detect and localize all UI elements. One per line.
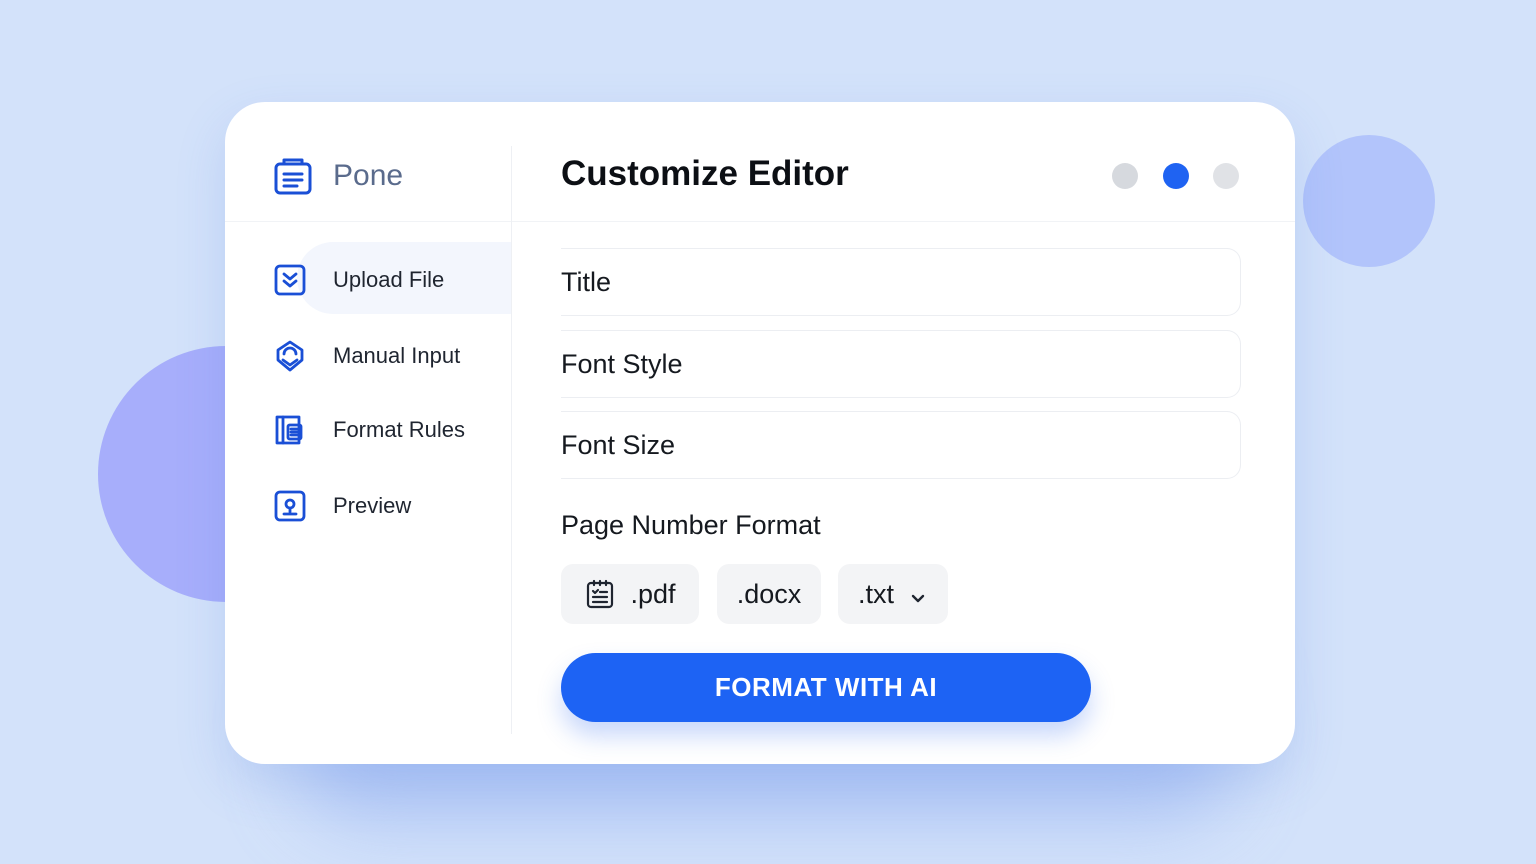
editor-card: Pone Upload File Manual Input Format Rul… (225, 102, 1295, 764)
sidebar: Pone Upload File Manual Input Format Rul… (225, 102, 511, 764)
format-with-ai-button[interactable]: FORMAT WITH AI (561, 653, 1091, 722)
sidebar-item-label: Format Rules (333, 417, 466, 442)
brand[interactable]: Pone (273, 154, 403, 198)
sidebar-item-label: Upload File (333, 267, 445, 292)
format-option-txt-dropdown[interactable]: .txt (838, 564, 948, 624)
title-field[interactable]: Title (561, 248, 1241, 316)
page-title: Customize Editor (561, 154, 849, 193)
format-option-label: .docx (736, 578, 802, 609)
document-list-icon (584, 578, 616, 610)
page-number-format-label: Page Number Format (561, 510, 821, 540)
step-indicator-1[interactable] (1112, 163, 1138, 189)
chevron-down-icon (908, 584, 928, 604)
rules-book-icon (273, 413, 307, 447)
format-option-docx[interactable]: .docx (717, 564, 821, 624)
format-option-label: .pdf (630, 578, 676, 609)
hand-edit-icon (273, 339, 307, 373)
sidebar-divider (511, 146, 512, 734)
upload-check-icon (273, 263, 307, 297)
font-size-field[interactable]: Font Size (561, 411, 1241, 479)
format-option-pdf[interactable]: .pdf (561, 564, 699, 624)
font-style-field-label: Font Style (561, 348, 683, 379)
title-field-label: Title (561, 266, 612, 297)
font-style-field[interactable]: Font Style (561, 330, 1241, 398)
sidebar-item-label: Preview (333, 493, 412, 518)
sidebar-item-preview[interactable]: Preview (273, 476, 511, 536)
step-indicator-3[interactable] (1213, 163, 1239, 189)
sidebar-item-format-rules[interactable]: Format Rules (273, 400, 511, 460)
format-option-label: .txt (857, 578, 894, 609)
font-size-field-label: Font Size (561, 429, 676, 460)
background-circle-right (1303, 135, 1435, 267)
brand-name: Pone (333, 159, 404, 192)
sidebar-item-manual-input[interactable]: Manual Input (273, 326, 511, 386)
brand-divider (225, 221, 511, 222)
header-divider (512, 221, 1295, 222)
preview-icon (273, 489, 307, 523)
sidebar-item-label: Manual Input (333, 343, 461, 368)
document-stack-icon (273, 156, 313, 196)
step-indicator-2-active[interactable] (1163, 163, 1189, 189)
sidebar-item-upload-file[interactable]: Upload File (273, 250, 511, 310)
